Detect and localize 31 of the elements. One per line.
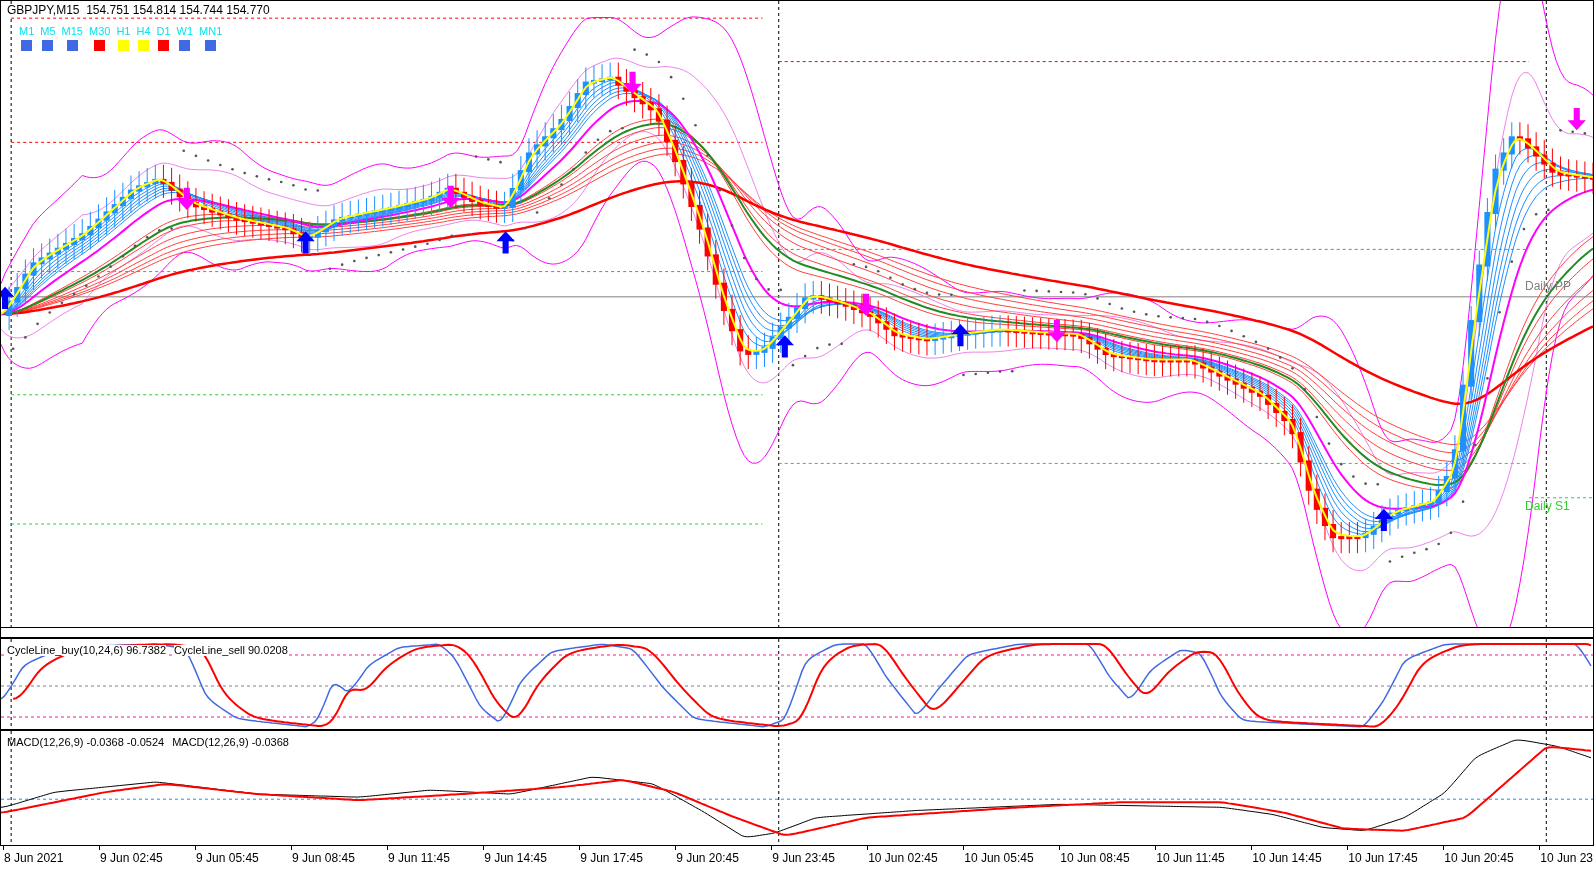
time-label: 8 Jun 2021 [4,852,64,864]
timeframe-label[interactable]: H4 [136,26,151,37]
time-label: 10 Jun 14:45 [1252,852,1322,864]
time-label: 9 Jun 14:45 [484,852,547,864]
timeframe-label[interactable]: MN1 [199,26,223,37]
indicator-label: CycleLine_sell 90.0208 [174,645,288,656]
time-label: 10 Jun 02:45 [868,852,938,864]
timeframe-label[interactable]: W1 [176,26,194,37]
timeframe-label[interactable]: M15 [61,26,83,37]
time-label: 10 Jun 20:45 [1444,852,1514,864]
time-label: 10 Jun 17:45 [1348,852,1418,864]
symbol-info: GBPJPY,M15 154.751 154.814 154.744 154.770 [7,4,270,16]
time-label: 9 Jun 17:45 [580,852,643,864]
time-label: 10 Jun 11:45 [1156,852,1225,864]
timeframe-label[interactable]: D1 [156,26,171,37]
time-label: 9 Jun 02:45 [100,852,163,864]
time-label: 9 Jun 11:45 [388,852,450,864]
timeframe-label[interactable]: H1 [116,26,131,37]
indicator-label: MACD(12,26,9) -0.0368 -0.0524 [7,737,165,748]
indicator-label: MACD(12,26,9) -0.0368 [172,737,289,748]
time-label: 9 Jun 20:45 [676,852,739,864]
timeframe-label[interactable]: M30 [88,26,111,37]
time-label: 10 Jun 05:45 [964,852,1034,864]
time-label: 9 Jun 23:45 [772,852,835,864]
time-label: 9 Jun 08:45 [292,852,355,864]
time-label: 10 Jun 23 [1540,852,1593,864]
timeframe-label[interactable]: M5 [40,26,56,37]
time-label: 9 Jun 05:45 [196,852,259,864]
indicator-label: CycleLine_buy(10,24,6) 96.7382 [7,645,166,656]
time-label: 10 Jun 08:45 [1060,852,1130,864]
timeframe-label[interactable]: M1 [19,26,35,37]
